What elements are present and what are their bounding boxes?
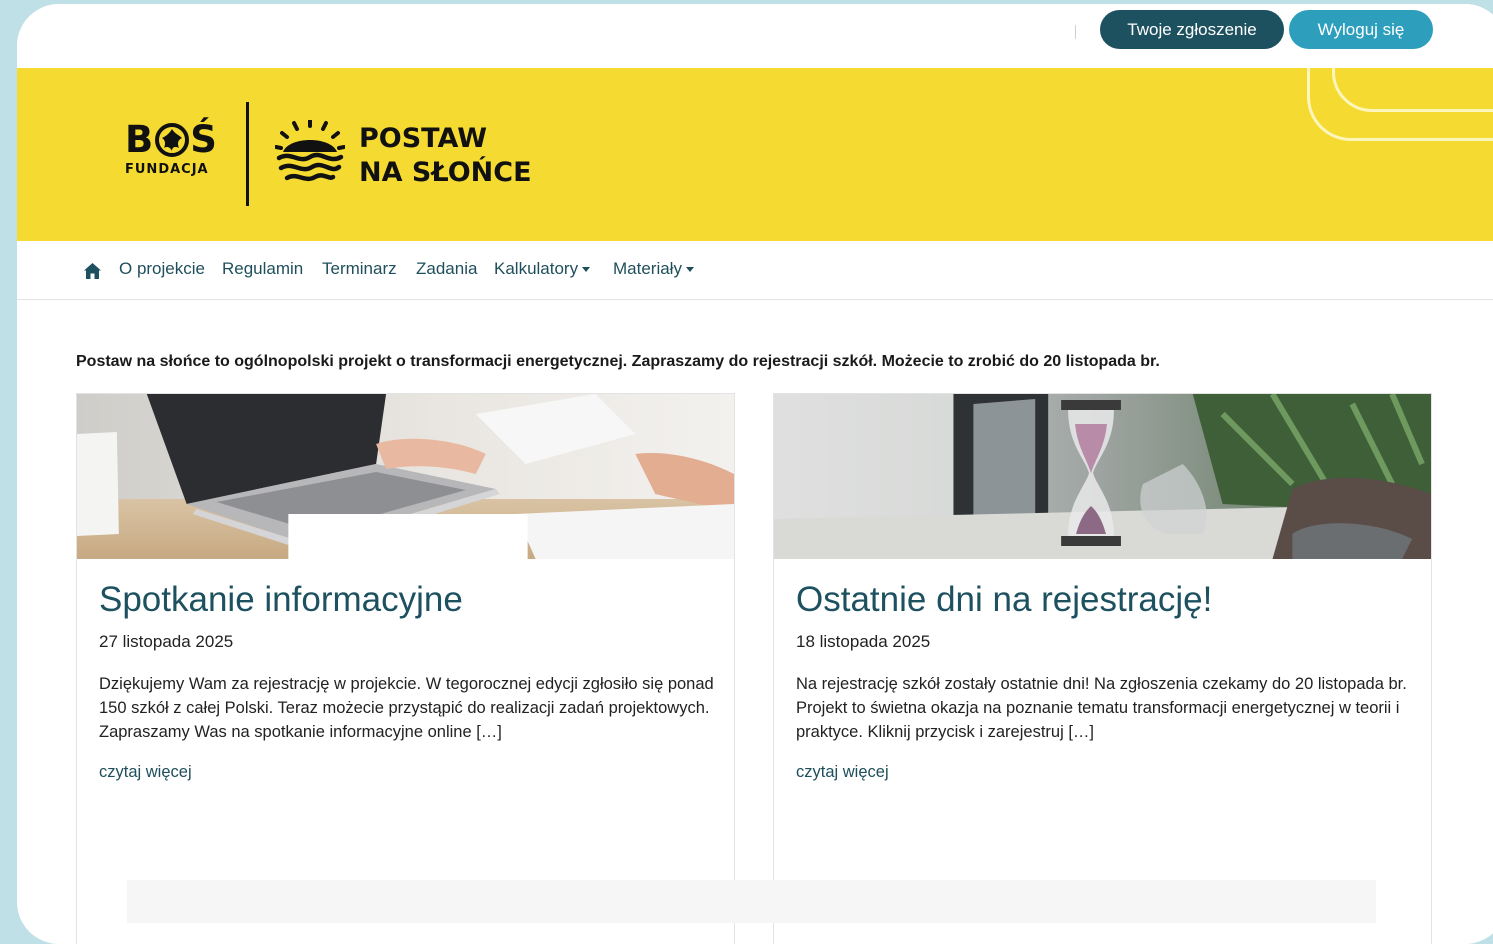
news-date: 18 listopada 2025 xyxy=(796,632,931,651)
nav-item-materials-label: Materiały xyxy=(613,259,682,278)
nav-item-calculators-label: Kalkulatory xyxy=(494,259,579,278)
bos-logo-s: Ś xyxy=(190,118,218,161)
project-logo-text[interactable]: POSTAW NA SŁOŃCE xyxy=(359,122,532,190)
logout-button[interactable]: Wyloguj się xyxy=(1289,10,1433,49)
header-banner: B Ś FUNDACJA POSTAW NA SŁOŃCE xyxy=(17,68,1493,241)
nav-item-tasks[interactable]: Zadania xyxy=(416,259,477,279)
bos-logo[interactable]: B Ś FUNDACJA xyxy=(125,120,218,178)
bos-logo-name: B Ś xyxy=(125,120,218,160)
news-title[interactable]: Ostatnie dni na rejestrację! xyxy=(796,580,1212,620)
project-logo-line1: POSTAW xyxy=(359,123,487,154)
nav-item-rules[interactable]: Regulamin xyxy=(222,259,303,279)
news-card: Ostatnie dni na rejestrację! 18 listopad… xyxy=(773,393,1432,944)
decorative-outline-inner xyxy=(1332,68,1493,112)
news-image-laptop[interactable] xyxy=(77,394,734,559)
browser-frame: Twoje zgłoszenie Wyloguj się B Ś FUNDACJ… xyxy=(17,4,1493,944)
caret-down-icon xyxy=(685,267,694,273)
sun-logo-icon xyxy=(275,120,345,182)
news-date: 27 listopada 2025 xyxy=(99,632,234,651)
intro-text: Postaw na słońce to ogólnopolski projekt… xyxy=(76,353,1160,370)
news-excerpt: Dziękujemy Wam za rejestrację w projekci… xyxy=(99,675,714,741)
home-icon[interactable] xyxy=(83,262,102,280)
separator xyxy=(1075,25,1076,39)
flower-logo-icon xyxy=(155,123,190,157)
bottom-overlay xyxy=(127,880,1376,923)
bos-logo-subtitle: FUNDACJA xyxy=(125,162,209,177)
read-more-link[interactable]: czytaj więcej xyxy=(796,763,889,782)
logo-divider xyxy=(246,102,249,206)
news-image-hourglass[interactable] xyxy=(774,394,1431,559)
my-application-button[interactable]: Twoje zgłoszenie xyxy=(1100,10,1284,49)
nav-item-calculators[interactable]: Kalkulatory xyxy=(494,259,591,279)
news-excerpt: Na rejestrację szkół zostały ostatnie dn… xyxy=(796,675,1407,741)
read-more-link[interactable]: czytaj więcej xyxy=(99,763,192,782)
nav-item-schedule[interactable]: Terminarz xyxy=(322,259,397,279)
bos-logo-b: B xyxy=(125,118,155,161)
news-title[interactable]: Spotkanie informacyjne xyxy=(99,580,463,620)
top-bar: Twoje zgłoszenie Wyloguj się xyxy=(17,4,1493,68)
caret-down-icon xyxy=(582,267,591,273)
main-navigation: O projekcie Regulamin Terminarz Zadania … xyxy=(17,241,1493,300)
news-card: Spotkanie informacyjne 27 listopada 2025… xyxy=(76,393,735,944)
nav-item-materials[interactable]: Materiały xyxy=(613,259,694,279)
nav-item-about[interactable]: O projekcie xyxy=(119,259,205,279)
project-logo-line2: NA SŁOŃCE xyxy=(359,157,532,188)
